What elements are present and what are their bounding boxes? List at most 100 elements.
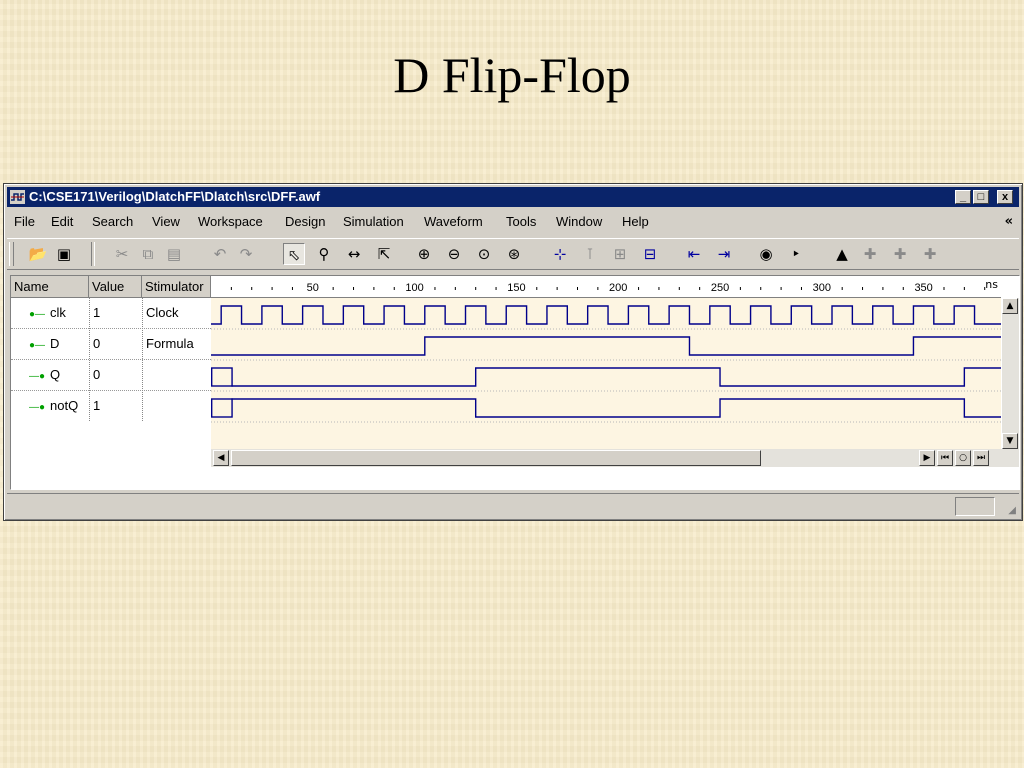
save-icon[interactable]: ▣: [53, 243, 75, 265]
next-edge-icon[interactable]: ⇥: [713, 243, 735, 265]
zoom-in-icon[interactable]: ⊕: [413, 243, 435, 265]
q-waveform: [231, 367, 1001, 387]
time-ruler[interactable]: 50 100 150 200 250 300 350 ns: [211, 276, 1001, 298]
zoom-fit-icon[interactable]: ⊙: [473, 243, 495, 265]
vertical-scrollbar[interactable]: ▲ ▼: [1002, 298, 1019, 449]
find-icon[interactable]: ◉: [755, 243, 777, 265]
zoom-out-icon[interactable]: ⊖: [443, 243, 465, 265]
stimulators-icon[interactable]: ⊞: [609, 243, 631, 265]
slide-title: D Flip-Flop: [393, 47, 631, 103]
column-header-value[interactable]: Value: [89, 276, 142, 298]
signal-stimulator[interactable]: Clock: [146, 298, 179, 328]
signal-row-notq[interactable]: —● notQ 1: [11, 391, 211, 422]
signal-name: notQ: [50, 398, 79, 413]
signal-name-cell: —● notQ: [29, 391, 78, 421]
maximize-button[interactable]: □: [973, 190, 989, 204]
menu-window[interactable]: Window: [556, 214, 602, 229]
resize-grip-icon[interactable]: ◢: [1008, 505, 1016, 516]
output-signal-icon: —●: [29, 402, 46, 413]
d-waveform: [211, 336, 1001, 356]
signal-value: 0: [93, 367, 101, 382]
output-signal-icon: —●: [29, 371, 46, 382]
signal-value: 1: [93, 305, 101, 320]
run-icon[interactable]: ▲: [831, 243, 853, 265]
status-bar: ◢: [7, 493, 1019, 518]
open-folder-icon[interactable]: 📂: [27, 243, 49, 265]
minimize-button[interactable]: _: [955, 190, 971, 204]
zoom-icon[interactable]: ⚲: [313, 243, 335, 265]
signal-value: 0: [93, 336, 101, 351]
scroll-center-icon[interactable]: ○: [955, 450, 971, 466]
remove-signal-icon[interactable]: ⊺: [579, 243, 601, 265]
step-over-icon[interactable]: ✚: [889, 243, 911, 265]
find-next-icon[interactable]: ‣: [785, 243, 807, 265]
column-header-name[interactable]: Name: [11, 276, 89, 298]
menu-help[interactable]: Help: [622, 214, 649, 229]
measure-icon[interactable]: ↔: [343, 243, 365, 265]
step-icon[interactable]: ✚: [859, 243, 881, 265]
undo-icon[interactable]: ↶: [209, 243, 231, 265]
signal-row-d[interactable]: ●— D 0 Formula: [11, 329, 211, 360]
zoom-window-icon[interactable]: ⊛: [503, 243, 525, 265]
waveform-area[interactable]: [210, 298, 1001, 449]
horizontal-scrollbar[interactable]: ◀ ▶ ⏮ ○ ⏭: [211, 449, 1019, 467]
ruler-label: 100: [405, 282, 423, 294]
signal-name: D: [50, 336, 60, 351]
waveform-app-icon: [10, 190, 25, 204]
ruler-label: 150: [507, 282, 525, 294]
signal-stimulator[interactable]: Formula: [146, 329, 194, 359]
menu-workspace[interactable]: Workspace: [198, 214, 263, 229]
ruler-label: 50: [307, 282, 319, 294]
scroll-up-icon[interactable]: ▲: [1002, 298, 1018, 314]
compare-icon[interactable]: ⊟: [639, 243, 661, 265]
waveform-panel: Name Value Stimulator 50 100 150 200 250 300 3…: [10, 275, 1020, 490]
undefined-state-box: [210, 367, 233, 387]
menu-waveform[interactable]: Waveform: [424, 214, 483, 229]
scroll-to-end-icon[interactable]: ⏭: [973, 450, 989, 466]
waveform-window: C:\CSE171\Verilog\DlatchFF\Dlatch\src\DF…: [3, 183, 1023, 521]
title-bar[interactable]: C:\CSE171\Verilog\DlatchFF\Dlatch\src\DF…: [7, 187, 1019, 207]
scroll-left-icon[interactable]: ◀: [213, 450, 229, 466]
waveform-canvas[interactable]: [210, 298, 1001, 449]
signal-list-empty-area[interactable]: [11, 421, 211, 449]
notq-waveform: [231, 398, 1001, 418]
prev-edge-icon[interactable]: ⇤: [683, 243, 705, 265]
menu-search[interactable]: Search: [92, 214, 133, 229]
menu-tools[interactable]: Tools: [506, 214, 536, 229]
ruler-tick-group: 50 100 150 200 250 300 350: [230, 282, 986, 294]
signal-value: 1: [93, 398, 101, 413]
horizontal-scroll-thumb[interactable]: [231, 450, 761, 466]
status-pane: [955, 497, 995, 516]
ruler-label: 350: [914, 282, 932, 294]
paste-icon[interactable]: ▤: [163, 243, 185, 265]
menu-file[interactable]: File: [14, 214, 35, 229]
toolbar-grip[interactable]: [9, 242, 14, 266]
input-signal-icon: ●—: [29, 340, 46, 351]
copy-icon[interactable]: ⧉: [137, 243, 159, 265]
cut-icon[interactable]: ✂: [111, 243, 133, 265]
add-signal-icon[interactable]: ⊹: [549, 243, 571, 265]
window-title: C:\CSE171\Verilog\DlatchFF\Dlatch\src\DF…: [29, 189, 321, 204]
signal-name-cell: ●— D: [29, 329, 59, 359]
scroll-down-icon[interactable]: ▼: [1002, 433, 1018, 449]
signal-row-clk[interactable]: ●— clk 1 Clock: [11, 298, 211, 329]
menu-overflow-chevron[interactable]: «: [1005, 214, 1013, 229]
select-range-icon[interactable]: ⇱: [373, 243, 395, 265]
redo-icon[interactable]: ↷: [235, 243, 257, 265]
signal-name-cell: —● Q: [29, 360, 60, 390]
column-header-stimulator[interactable]: Stimulator: [142, 276, 211, 298]
menu-simulation[interactable]: Simulation: [343, 214, 404, 229]
menu-design[interactable]: Design: [285, 214, 325, 229]
undefined-state-box: [210, 398, 233, 418]
menu-edit[interactable]: Edit: [51, 214, 73, 229]
signal-name: clk: [50, 305, 66, 320]
scroll-right-icon[interactable]: ▶: [919, 450, 935, 466]
select-pointer-icon[interactable]: ⬁: [283, 243, 305, 265]
ruler-label: 200: [609, 282, 627, 294]
signal-row-q[interactable]: —● Q 0: [11, 360, 211, 391]
toolbar: 📂 ▣ ✂ ⧉ ▤ ↶ ↷ ⬁ ⚲ ↔ ⇱ ⊕ ⊖ ⊙ ⊛ ⊹ ⊺ ⊞ ⊟ ⇤ …: [7, 238, 1019, 270]
close-button[interactable]: x: [997, 190, 1013, 204]
menu-view[interactable]: View: [152, 214, 180, 229]
stop-icon[interactable]: ✚: [919, 243, 941, 265]
scroll-to-start-icon[interactable]: ⏮: [937, 450, 953, 466]
